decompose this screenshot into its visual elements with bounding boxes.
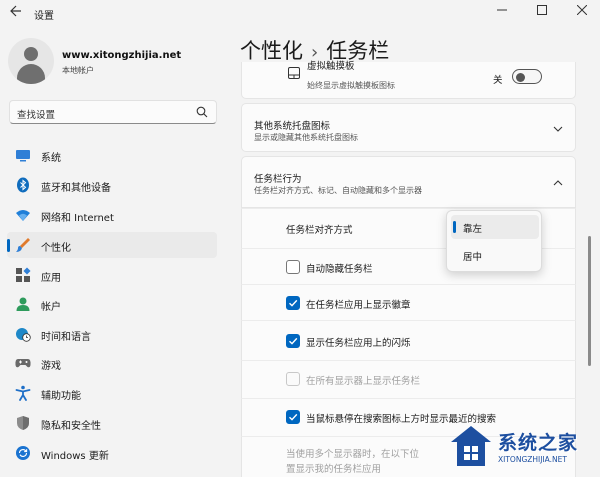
breadcrumb-parent[interactable]: 个性化: [240, 39, 303, 63]
chevron-down-icon: [553, 126, 563, 132]
close-icon[interactable]: [562, 1, 600, 23]
profile-name: www.xitongzhijia.net: [62, 50, 182, 61]
sidebar-item-personalization[interactable]: 个性化: [7, 232, 217, 258]
sidebar-item-time-language[interactable]: 时间和语言: [7, 321, 217, 347]
alignment-option-center[interactable]: 居中: [451, 243, 539, 267]
sidebar-item-network[interactable]: 网络和 Internet: [7, 202, 217, 228]
watermark-brand: 系统之家: [498, 432, 579, 454]
alignment-option-label: 靠左: [463, 224, 483, 235]
touchpad-toggle[interactable]: [512, 69, 542, 84]
flashing-checkbox[interactable]: [286, 334, 300, 348]
recent-searches-checkbox[interactable]: [286, 410, 300, 424]
tray-icons-title: 其他系统托盘图标: [254, 121, 331, 132]
sidebar-item-system[interactable]: 系统: [7, 142, 217, 168]
minimize-icon[interactable]: [482, 1, 522, 23]
gamepad-icon: [15, 359, 31, 368]
chevron-up-icon: [553, 180, 563, 186]
multi-display-label-line2: 置显示我的任务栏应用: [286, 464, 382, 475]
window-title: 设置: [34, 11, 54, 22]
badges-row[interactable]: 在任务栏应用上显示徽章: [241, 284, 576, 320]
selected-indicator: [453, 221, 456, 233]
sidebar-item-bluetooth[interactable]: 蓝牙和其他设备: [7, 172, 217, 198]
sidebar-item-label: 系统: [41, 153, 61, 164]
touchpad-title: 虚拟触摸板: [307, 61, 355, 72]
sidebar-item-gaming[interactable]: 游戏: [7, 350, 217, 376]
sidebar-item-label: 应用: [41, 273, 61, 284]
wifi-icon: [16, 210, 30, 221]
sidebar-item-label: 网络和 Internet: [41, 213, 114, 224]
account-type: 本地帐户: [62, 66, 94, 75]
sidebar-item-label: 游戏: [41, 361, 61, 372]
update-icon: [16, 446, 30, 460]
all-displays-row: 在所有显示器上显示任务栏: [241, 360, 576, 398]
bluetooth-icon: [17, 177, 29, 193]
brush-icon: [16, 238, 30, 252]
title-bar: 设置: [0, 0, 600, 26]
house-logo-icon: [451, 426, 491, 466]
apps-icon: [16, 267, 31, 282]
toggle-state-label: 关: [493, 75, 503, 86]
auto-hide-label: 自动隐藏任务栏: [306, 264, 373, 275]
active-indicator: [7, 239, 10, 252]
person-icon: [16, 297, 30, 311]
sidebar-item-accounts[interactable]: 帐户: [7, 291, 217, 317]
sidebar-item-label: 个性化: [41, 243, 71, 254]
scrollbar-thumb[interactable]: [588, 236, 591, 366]
alignment-option-label: 居中: [463, 252, 483, 263]
monitor-icon: [16, 150, 30, 162]
search-input[interactable]: 查找设置: [9, 100, 217, 124]
sidebar-item-label: 帐户: [41, 302, 61, 313]
sidebar-item-accessibility[interactable]: 辅助功能: [7, 380, 217, 406]
alignment-dropdown[interactable]: 靠左 居中: [446, 210, 542, 272]
all-displays-checkbox: [286, 372, 300, 386]
touchpad-subtitle: 始终显示虚拟触摸板图标: [307, 81, 395, 90]
user-profile[interactable]: www.xitongzhijia.net 本地帐户: [8, 38, 228, 86]
alignment-option-left[interactable]: 靠左: [451, 215, 539, 239]
sidebar-item-apps[interactable]: 应用: [7, 262, 217, 288]
watermark-logo: 系统之家 XITONGZHIJIA.NET: [442, 418, 600, 477]
maximize-icon[interactable]: [522, 1, 562, 23]
sidebar-item-privacy[interactable]: 隐私和安全性: [7, 410, 217, 436]
alignment-label: 任务栏对齐方式: [286, 225, 353, 236]
watermark-url: XITONGZHIJIA.NET: [498, 455, 567, 464]
badges-checkbox[interactable]: [286, 296, 300, 310]
tray-icons-subtitle: 显示或隐藏其他系统托盘图标: [254, 133, 358, 142]
badges-label: 在任务栏应用上显示徽章: [306, 300, 411, 311]
all-displays-label: 在所有显示器上显示任务栏: [306, 376, 421, 387]
sidebar-item-windows-update[interactable]: Windows 更新: [7, 440, 217, 466]
back-arrow-icon[interactable]: [10, 5, 22, 21]
auto-hide-checkbox[interactable]: [286, 260, 300, 274]
sidebar-item-label: 隐私和安全性: [41, 421, 101, 432]
search-placeholder: 查找设置: [17, 110, 56, 121]
tray-icons-card[interactable]: 其他系统托盘图标 显示或隐藏其他系统托盘图标: [241, 103, 576, 152]
sidebar-item-label: 时间和语言: [41, 332, 91, 343]
sidebar-item-label: Windows 更新: [41, 451, 109, 462]
taskbar-behavior-title: 任务栏行为: [254, 174, 302, 185]
flashing-row[interactable]: 显示任务栏应用上的闪烁: [241, 320, 576, 360]
taskbar-behavior-card[interactable]: 任务栏行为 任务栏对齐方式、标记、自动隐藏和多个显示器: [241, 156, 576, 208]
sidebar-item-label: 辅助功能: [41, 391, 81, 402]
search-icon: [196, 106, 208, 118]
globe-clock-icon: [16, 328, 31, 342]
flashing-label: 显示任务栏应用上的闪烁: [306, 338, 411, 349]
sidebar-item-label: 蓝牙和其他设备: [41, 183, 111, 194]
avatar: [8, 38, 54, 84]
shield-icon: [17, 416, 29, 430]
multi-display-label-line1: 当使用多个显示器时，在以下位: [286, 449, 420, 460]
touchpad-icon: [288, 67, 300, 79]
taskbar-behavior-subtitle: 任务栏对齐方式、标记、自动隐藏和多个显示器: [254, 186, 422, 195]
accessibility-icon: [15, 385, 31, 401]
